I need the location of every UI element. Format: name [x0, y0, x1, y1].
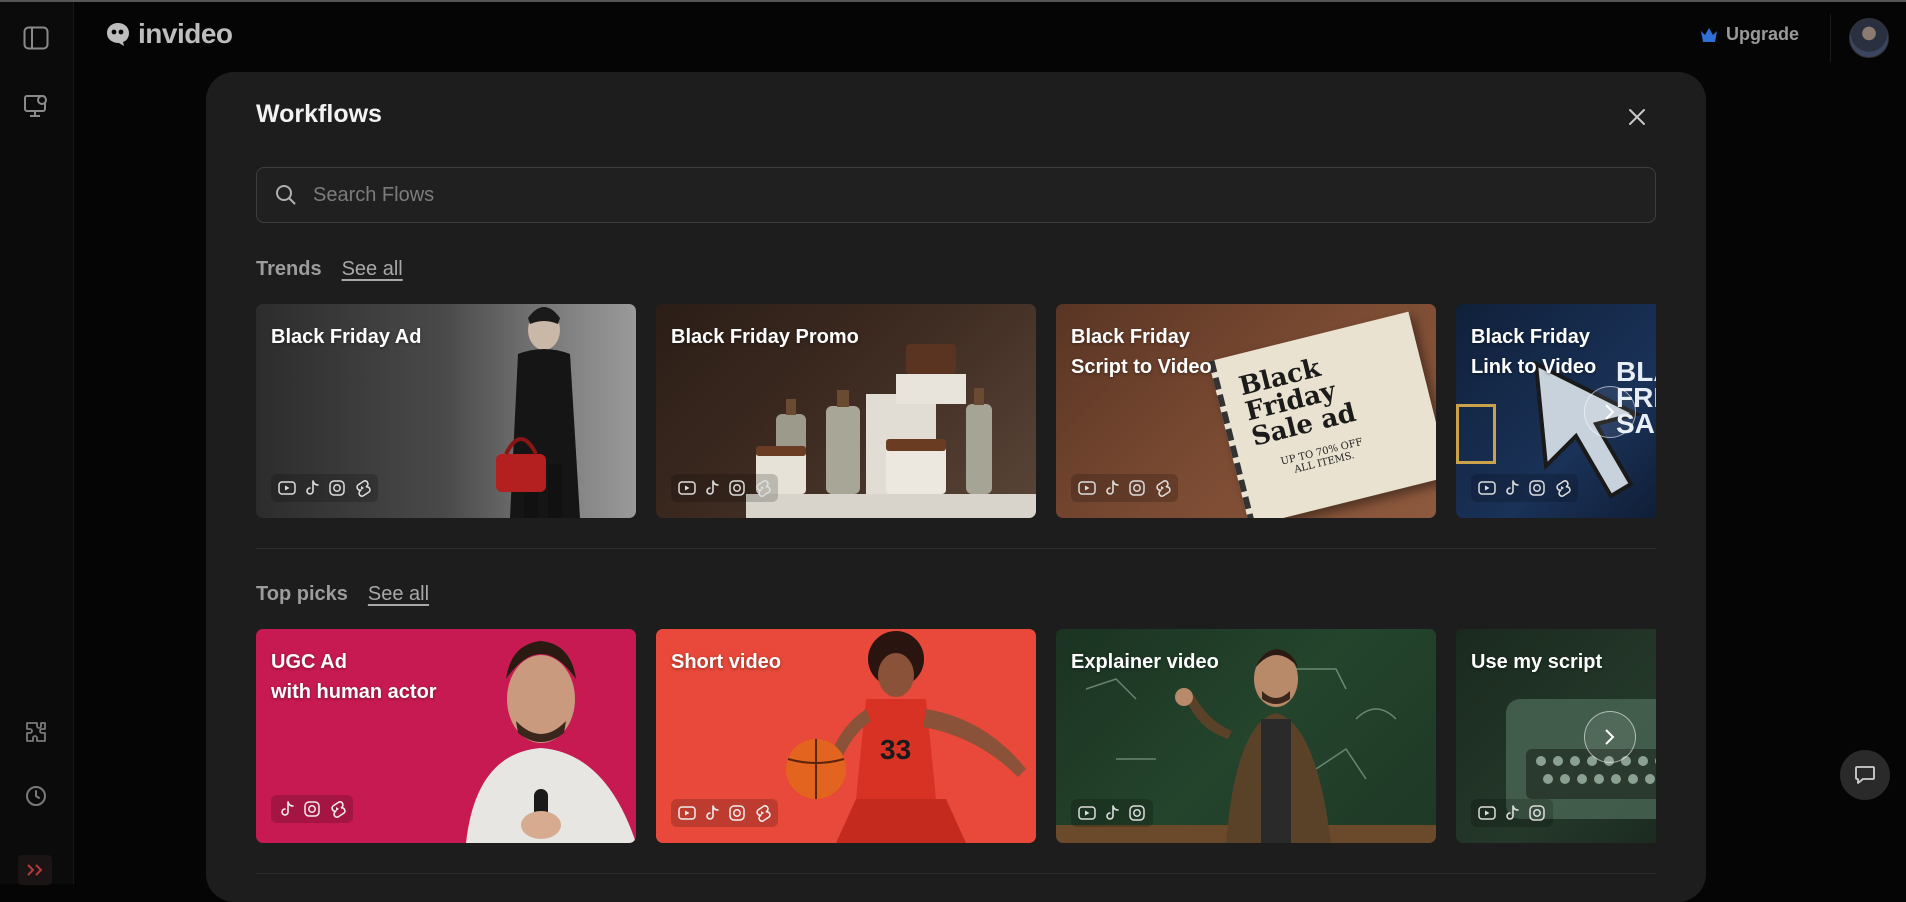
- card-short-video[interactable]: 33 Short video: [656, 629, 1036, 843]
- invideo-logo-icon: [107, 23, 129, 46]
- user-avatar[interactable]: [1849, 18, 1889, 58]
- platform-icons: [1071, 799, 1153, 827]
- search-icon: [273, 182, 299, 208]
- top-picks-next-button[interactable]: [1584, 711, 1636, 763]
- card-title: Black Friday Ad: [271, 326, 422, 348]
- gift-box-illustration: [1456, 404, 1496, 464]
- top-picks-title: Top picks: [256, 583, 348, 605]
- sidebar-toggle-icon[interactable]: [18, 20, 54, 56]
- instagram-icon: [1129, 805, 1145, 821]
- trends-title: Trends: [256, 258, 322, 280]
- card-black-friday-ad[interactable]: Black Friday Ad: [256, 304, 636, 518]
- platform-icons: [271, 795, 353, 823]
- platform-icons: [671, 474, 778, 502]
- instagram-icon: [729, 805, 745, 821]
- tiktok-icon: [306, 480, 319, 495]
- close-icon: [1629, 109, 1645, 125]
- card-title: Black Friday Link to Video: [1471, 326, 1597, 378]
- shorts-icon: [756, 805, 771, 822]
- card-black-friday-promo[interactable]: Black Friday Promo: [656, 304, 1036, 518]
- header-divider: [1830, 14, 1831, 62]
- instagram-icon: [1529, 480, 1545, 496]
- card-black-friday-script-to-video[interactable]: Black Friday Sale ad UP TO 70% OFF ALL I…: [1056, 304, 1436, 518]
- shorts-icon: [1556, 480, 1571, 497]
- chevron-right-icon: [1605, 729, 1615, 745]
- workflows-modal: Workflows Trends See all Black Friday Ad: [206, 72, 1706, 902]
- tiktok-icon: [281, 801, 294, 816]
- trends-header: Trends See all: [256, 258, 403, 281]
- instagram-icon: [1129, 480, 1145, 496]
- man-with-microphone-illustration: [466, 641, 636, 843]
- card-title: Black Friday Script to Video: [1071, 326, 1212, 378]
- shorts-icon: [356, 480, 371, 497]
- platform-icons: [671, 799, 778, 827]
- top-picks-row: UGC Ad with human actor 33 Short video E…: [256, 629, 1656, 843]
- woman-with-red-bag-illustration: [496, 307, 580, 518]
- card-title: Short video: [671, 651, 782, 673]
- section-divider: [256, 548, 1656, 549]
- search-input[interactable]: [311, 182, 1615, 208]
- search-box[interactable]: [256, 167, 1656, 223]
- shorts-icon: [756, 480, 771, 497]
- youtube-icon: [1478, 806, 1496, 820]
- invideo-logo[interactable]: invideo: [104, 18, 233, 50]
- youtube-icon: [1078, 806, 1096, 820]
- modal-title: Workflows: [256, 100, 382, 128]
- card-black-friday-link-to-video[interactable]: BLA FRI SA Black Friday Link to Video: [1456, 304, 1656, 518]
- trends-next-button[interactable]: [1584, 386, 1636, 438]
- trends-row: Black Friday Ad Black Friday Promo Black…: [256, 304, 1656, 518]
- platform-icons: [1071, 474, 1178, 502]
- shorts-icon: [331, 801, 346, 818]
- logo-text: invideo: [138, 18, 233, 49]
- upgrade-label: Upgrade: [1726, 24, 1800, 44]
- top-picks-see-all-link[interactable]: See all: [368, 583, 429, 606]
- close-modal-button[interactable]: [1622, 102, 1652, 132]
- plugins-icon[interactable]: [18, 714, 54, 750]
- shorts-icon: [1156, 480, 1171, 497]
- left-sidebar: [0, 2, 74, 885]
- section-divider-bottom: [256, 873, 1656, 874]
- youtube-icon: [678, 481, 696, 495]
- platform-icons: [271, 474, 378, 502]
- tiktok-icon: [706, 805, 719, 820]
- jersey-number: 33: [880, 734, 911, 765]
- card-title: Use my script: [1471, 651, 1603, 673]
- trends-see-all-link[interactable]: See all: [342, 258, 403, 281]
- chevron-right-icon: [1605, 404, 1615, 420]
- chat-icon: [1855, 766, 1875, 784]
- expand-sidebar-icon[interactable]: [18, 855, 52, 885]
- tiktok-icon: [1506, 480, 1519, 495]
- instagram-icon: [329, 480, 345, 496]
- instagram-icon: [1529, 805, 1545, 821]
- youtube-icon: [1478, 481, 1496, 495]
- platform-icons: [1471, 799, 1553, 827]
- card-title: UGC Ad with human actor: [271, 651, 437, 703]
- card-explainer-video[interactable]: Explainer video: [1056, 629, 1436, 843]
- card-use-my-script[interactable]: Use my script: [1456, 629, 1656, 843]
- skincare-bottles-illustration: [746, 344, 1036, 518]
- instagram-icon: [729, 480, 745, 496]
- platform-icons: [1471, 474, 1578, 502]
- youtube-icon: [678, 806, 696, 820]
- upgrade-button[interactable]: Upgrade: [1700, 24, 1799, 45]
- projects-icon[interactable]: [18, 88, 54, 124]
- youtube-icon: [278, 481, 296, 495]
- basketball-player-illustration: 33: [786, 631, 1026, 843]
- card-title: Explainer video: [1071, 651, 1219, 673]
- window-top-border: [0, 0, 1906, 2]
- top-picks-header: Top picks See all: [256, 583, 429, 606]
- instagram-icon: [304, 801, 320, 817]
- history-icon[interactable]: [18, 778, 54, 814]
- crown-icon: [1701, 27, 1717, 42]
- tiktok-icon: [1506, 805, 1519, 820]
- tiktok-icon: [1106, 480, 1119, 495]
- tiktok-icon: [706, 480, 719, 495]
- notebook-illustration: Black Friday Sale ad UP TO 70% OFF ALL I…: [1208, 311, 1436, 518]
- youtube-icon: [1078, 481, 1096, 495]
- chat-support-button[interactable]: [1840, 750, 1890, 800]
- card-ugc-ad[interactable]: UGC Ad with human actor: [256, 629, 636, 843]
- card-title: Black Friday Promo: [671, 326, 859, 348]
- tiktok-icon: [1106, 805, 1119, 820]
